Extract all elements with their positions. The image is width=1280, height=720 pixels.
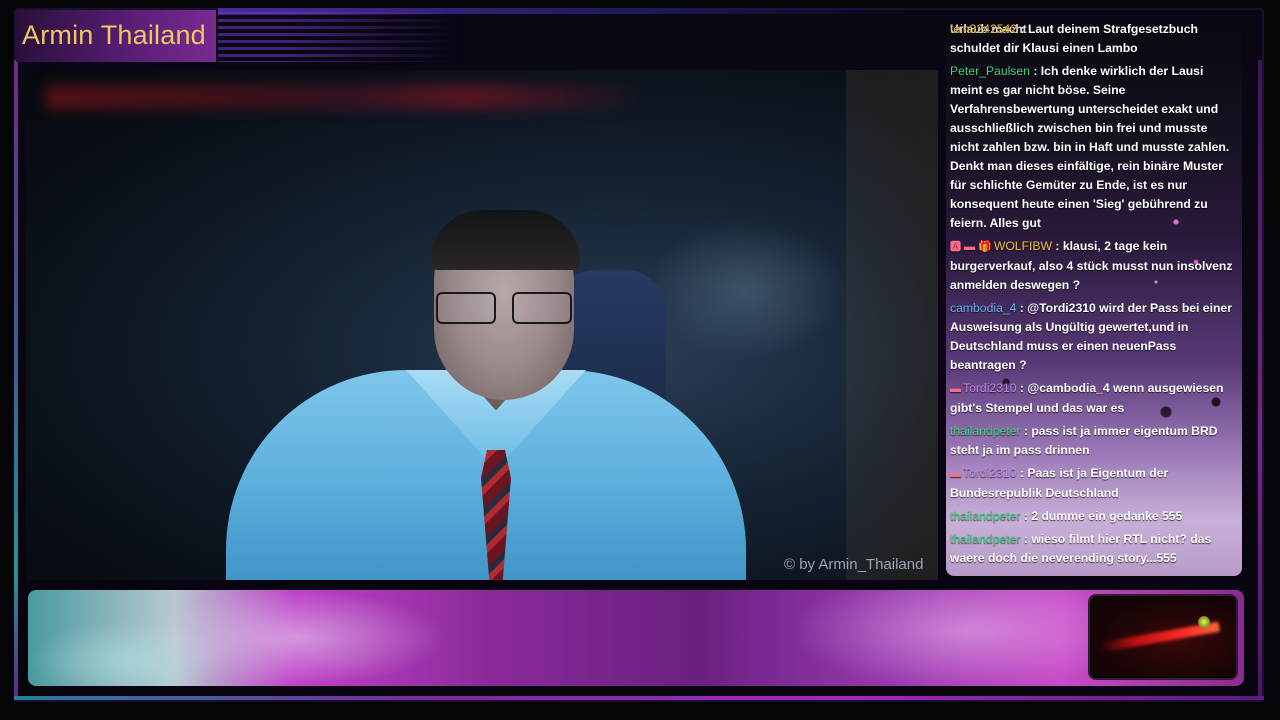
frame-edge-right — [1258, 60, 1262, 700]
chat-message: ▬ Tordi2310 : @cambodia_4 wenn ausgewies… — [950, 379, 1236, 418]
chat-message: 🅰 ▬ 🎁 WOLFIBW : klausi, 2 tage kein burg… — [950, 237, 1236, 295]
chat-username[interactable]: WOLFIBW — [994, 239, 1052, 253]
hair — [430, 210, 580, 270]
chat-username[interactable]: Tordi2310 — [963, 381, 1017, 395]
chat-message: cambodia_4 : @Tordi2310 wird der Pass be… — [950, 299, 1236, 375]
chat-username[interactable]: cambodia_4 — [950, 301, 1016, 315]
chat-message: Peter_Paulsen : Ich denke wirklich der L… — [950, 62, 1236, 233]
chat-message: thailandpeter : wieso filmt hier RTL nic… — [950, 530, 1236, 568]
video-watermark: © by Armin_Thailand — [784, 556, 924, 573]
stream-title: Armin Thailand — [22, 20, 206, 50]
chat-username[interactable]: thailandpeter — [950, 509, 1020, 523]
chat-username[interactable]: thailandpeter — [950, 532, 1020, 546]
user-badge-icon: ▬ — [950, 468, 961, 480]
streamer-figure — [26, 70, 938, 580]
lower-third-banner — [28, 590, 1244, 686]
webcam-video — [26, 70, 938, 580]
chat-message: ▬ Tordi2310 : Paas ist ja Eigentum der B… — [950, 464, 1236, 503]
banner-cloud — [148, 590, 448, 686]
user-badge-icon: 🅰 ▬ 🎁 — [950, 241, 992, 253]
frame-edge-left — [14, 60, 18, 700]
light-spark — [1198, 616, 1210, 628]
chat-username[interactable]: Tordi2310 — [963, 466, 1017, 480]
chat-message: thailandpeter : pass ist ja immer eigent… — [950, 422, 1236, 460]
chat-username[interactable]: thailandpeter — [950, 424, 1020, 438]
chat-text: : Ich denke wirklich der Lausi meint es … — [950, 64, 1230, 230]
chat-username[interactable]: Peter_Paulsen — [950, 64, 1030, 78]
chat-text: : klausi, 2 tage kein burgerverkauf, als… — [950, 239, 1233, 292]
chat-panel: Urlaub macht tein3242542 : Laut deinem S… — [946, 22, 1242, 576]
frame-edge-bottom — [14, 696, 1264, 700]
chat-username[interactable]: tein3242542 — [950, 22, 1017, 36]
chat-text: : 2 dumme ein gedanke 555 — [1020, 509, 1183, 523]
chat-message: tein3242542 : Laut deinem Strafgesetzbuc… — [950, 22, 1236, 58]
chat-message-list: tein3242542 : Laut deinem Strafgesetzbuc… — [950, 22, 1236, 572]
chat-message: thailandpeter : 2 dumme ein gedanke 555 — [950, 507, 1236, 526]
user-badge-icon: ▬ — [950, 383, 961, 395]
title-decoration-stripes — [218, 12, 458, 62]
secondary-camera-preview — [1090, 596, 1236, 678]
glasses-icon — [436, 292, 572, 324]
